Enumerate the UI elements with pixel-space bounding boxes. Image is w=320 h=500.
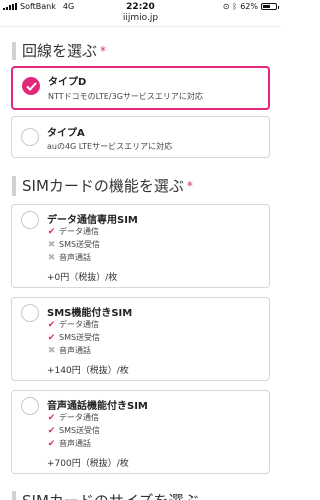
bluetooth-icon: ᛒ (232, 2, 238, 11)
feature-item: ✔ 音声通話 (46, 437, 100, 450)
sim-section-heading: SIMカードの機能を選ぶ * (12, 175, 193, 196)
feature-label: 音声通話 (59, 439, 91, 448)
radio-unselected[interactable] (21, 397, 39, 415)
check-icon: ✔ (47, 438, 56, 449)
feature-item: ✔ データ通信 (46, 318, 100, 331)
feature-list: ✔ データ通信 ✔ SMS送受信 ✔ 音声通話 (46, 411, 100, 450)
size-section-heading: SIMカードのサイズを選ぶ (12, 490, 198, 500)
cross-icon: ✖ (47, 252, 56, 263)
sim-option-voice[interactable]: 音声通話機能付きSIM ✔ データ通信 ✔ SMS送受信 ✔ 音声通話 +700円（税… (11, 390, 270, 474)
sim-section-title: SIMカードの機能を選ぶ (22, 177, 184, 195)
required-mark: * (100, 43, 107, 58)
sim-option-price: +0円（税抜）/枚 (47, 273, 118, 283)
status-bar: SoftBank 4G 22:20 ⊙ ᛒ 62% (0, 0, 281, 13)
rotation-lock-icon: ⊙ (222, 2, 230, 11)
checkmark-icon (26, 82, 37, 91)
cross-icon: ✖ (47, 345, 56, 356)
check-icon: ✔ (47, 319, 56, 330)
check-icon: ✔ (47, 332, 56, 343)
line-option-title: タイプA (47, 128, 85, 139)
feature-label: データ通信 (59, 413, 99, 422)
battery-icon (261, 3, 279, 10)
check-icon: ✔ (47, 412, 56, 423)
line-option-type-d[interactable]: タイプD NTTドコモのLTE/3Gサービスエリアに対応 (11, 66, 270, 110)
section-accent-bar (12, 175, 16, 196)
line-option-title: タイプD (48, 77, 87, 88)
size-section-title: SIMカードのサイズを選ぶ (22, 490, 198, 500)
section-accent-bar (12, 41, 16, 60)
sim-option-price: +140円（税抜）/枚 (47, 366, 129, 376)
feature-list: ✔ データ通信 ✔ SMS送受信 ✖ 音声通話 (46, 318, 100, 357)
sim-option-sms[interactable]: SMS機能付きSIM ✔ データ通信 ✔ SMS送受信 ✖ 音声通話 +140円（税抜… (11, 297, 270, 381)
sim-option-title: 音声通話機能付きSIM (47, 401, 148, 412)
feature-item: ✖ SMS送受信 (46, 238, 100, 251)
line-option-description: auの4G LTEサービスエリアに対応 (47, 142, 173, 151)
line-option-description: NTTドコモのLTE/3Gサービスエリアに対応 (48, 92, 203, 101)
feature-label: 音声通話 (59, 253, 91, 262)
feature-label: データ通信 (59, 227, 99, 236)
check-icon: ✔ (47, 425, 56, 436)
feature-label: SMS送受信 (59, 333, 101, 342)
feature-item: ✔ SMS送受信 (46, 331, 100, 344)
required-mark: * (186, 178, 193, 193)
address-bar[interactable]: iijmio.jp (0, 13, 281, 27)
line-section-heading: 回線を選ぶ * (12, 40, 106, 61)
feature-label: SMS送受信 (59, 426, 101, 435)
feature-label: データ通信 (59, 320, 99, 329)
section-accent-bar (12, 490, 16, 500)
sim-option-title: SMS機能付きSIM (47, 308, 133, 319)
feature-item: ✔ データ通信 (46, 411, 100, 424)
feature-label: 音声通話 (59, 346, 91, 355)
feature-item: ✔ データ通信 (46, 225, 100, 238)
sim-option-title: データ通信専用SIM (47, 215, 138, 226)
radio-unselected[interactable] (21, 211, 39, 229)
line-option-type-a[interactable]: タイプA auの4G LTEサービスエリアに対応 (11, 116, 270, 158)
line-section-title: 回線を選ぶ (22, 42, 98, 60)
battery-percent: 62% (240, 2, 258, 11)
radio-unselected[interactable] (21, 128, 39, 146)
feature-list: ✔ データ通信 ✖ SMS送受信 ✖ 音声通話 (46, 225, 100, 264)
feature-item: ✖ 音声通話 (46, 344, 100, 357)
radio-selected[interactable] (22, 77, 40, 95)
sim-option-price: +700円（税抜）/枚 (47, 459, 129, 469)
cross-icon: ✖ (47, 239, 56, 250)
feature-label: SMS送受信 (59, 240, 101, 249)
check-icon: ✔ (47, 226, 56, 237)
feature-item: ✔ SMS送受信 (46, 424, 100, 437)
sim-option-data-only[interactable]: データ通信専用SIM ✔ データ通信 ✖ SMS送受信 ✖ 音声通話 +0円（税抜）/… (11, 204, 270, 288)
radio-unselected[interactable] (21, 304, 39, 322)
feature-item: ✖ 音声通話 (46, 251, 100, 264)
